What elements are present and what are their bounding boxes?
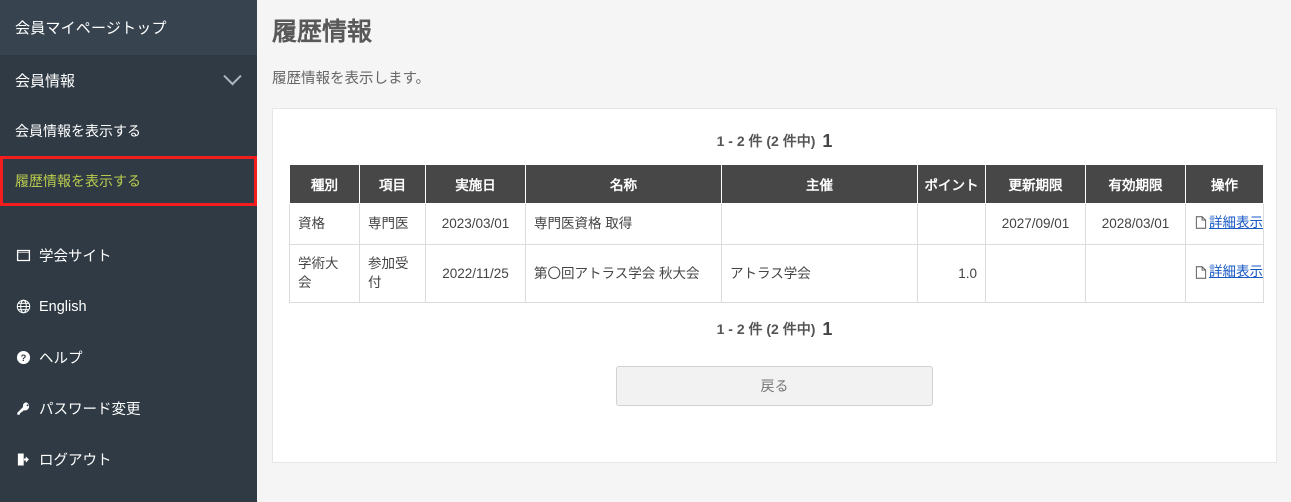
button-row: 戻る — [289, 340, 1260, 406]
sidebar-link-change-password[interactable]: パスワード変更 — [0, 383, 257, 434]
back-button[interactable]: 戻る — [616, 365, 933, 406]
sidebar-item-mypage-top[interactable]: 会員マイページトップ — [0, 0, 257, 54]
sidebar-link-society-site[interactable]: 学会サイト — [0, 230, 257, 281]
question-circle-icon: ? — [15, 349, 32, 366]
table-header-row: 種別 項目 実施日 名称 主催 ポイント 更新期限 有効期限 操作 — [289, 164, 1264, 204]
cell-name: 専門医資格 取得 — [525, 203, 722, 245]
sidebar-link-label: 学会サイト — [39, 249, 112, 265]
main-content: 履歴情報 履歴情報を表示します。 1 - 2 件 (2 件中) 1 種別 項目 実… — [257, 0, 1291, 502]
cell-item: 専門医 — [359, 203, 426, 245]
column-header-date: 実施日 — [425, 164, 526, 204]
pager-range: 1 - 2 件 (2 件中) — [716, 320, 816, 337]
cell-renewal-deadline: 2027/09/01 — [985, 203, 1086, 245]
sidebar-link-label: ログアウト — [39, 453, 112, 469]
history-table: 種別 項目 実施日 名称 主催 ポイント 更新期限 有効期限 操作 資格 専門医 — [289, 164, 1264, 303]
key-icon — [15, 400, 32, 417]
column-header-action: 操作 — [1185, 164, 1264, 204]
sidebar-group-label: 会員情報 — [15, 73, 76, 90]
pager-current-page[interactable]: 1 — [822, 319, 832, 339]
pager-top: 1 - 2 件 (2 件中) 1 — [289, 109, 1260, 164]
svg-text:?: ? — [21, 353, 27, 363]
cell-valid-until — [1085, 243, 1186, 303]
column-header-item: 項目 — [359, 164, 426, 204]
cell-points — [917, 203, 986, 245]
cell-date: 2022/11/25 — [425, 243, 526, 303]
cell-name: 第〇回アトラス学会 秋大会 — [525, 243, 722, 303]
pager-bottom: 1 - 2 件 (2 件中) 1 — [289, 303, 1260, 340]
sidebar-link-logout[interactable]: ログアウト — [0, 434, 257, 485]
detail-link-label: 詳細表示 — [1209, 264, 1263, 280]
sidebar-item-show-member-info[interactable]: 会員情報を表示する — [0, 106, 257, 156]
page-description: 履歴情報を表示します。 — [272, 71, 431, 87]
sidebar-link-label: ヘルプ — [39, 351, 83, 367]
detail-link[interactable]: 詳細表示 — [1194, 213, 1263, 233]
column-header-type: 種別 — [289, 164, 360, 204]
sidebar: 会員マイページトップ 会員情報 会員情報を表示する 履歴情報を表示する 学会サイ… — [0, 0, 257, 502]
column-header-name: 名称 — [525, 164, 722, 204]
table-row: 資格 専門医 2023/03/01 専門医資格 取得 2027/09/01 20… — [289, 203, 1264, 245]
column-header-organizer: 主催 — [721, 164, 918, 204]
pager-range: 1 - 2 件 (2 件中) — [716, 133, 816, 149]
logout-icon — [15, 451, 32, 468]
cell-organizer — [721, 203, 918, 245]
cell-renewal-deadline — [985, 243, 1086, 303]
history-card: 1 - 2 件 (2 件中) 1 種別 項目 実施日 名称 主催 ポイント 更新期… — [272, 108, 1277, 463]
sidebar-link-label: パスワード変更 — [39, 402, 141, 418]
column-header-valid-until: 有効期限 — [1085, 164, 1186, 204]
cell-organizer: アトラス学会 — [721, 243, 918, 303]
sidebar-item-show-history-info[interactable]: 履歴情報を表示する — [0, 156, 257, 206]
cell-date: 2023/03/01 — [425, 203, 526, 245]
cell-valid-until: 2028/03/01 — [1085, 203, 1186, 245]
detail-link-label: 詳細表示 — [1209, 215, 1263, 230]
sidebar-item-label: 会員情報を表示する — [15, 123, 141, 139]
globe-icon — [15, 298, 32, 315]
chevron-down-icon — [223, 67, 242, 86]
column-header-renewal-deadline: 更新期限 — [985, 164, 1086, 204]
cell-points: 1.0 — [917, 243, 986, 303]
sidebar-item-label: 会員マイページトップ — [15, 19, 167, 37]
sidebar-link-help[interactable]: ? ヘルプ — [0, 332, 257, 383]
table-row: 学術大会 参加受付 2022/11/25 第〇回アトラス学会 秋大会 アトラス学… — [289, 243, 1264, 303]
sidebar-link-label: English — [39, 298, 87, 315]
sidebar-item-label: 履歴情報を表示する — [15, 173, 141, 189]
window-icon — [15, 247, 32, 264]
cell-type: 学術大会 — [289, 243, 360, 303]
pager-current-page[interactable]: 1 — [822, 131, 832, 151]
document-icon — [1194, 214, 1207, 231]
cell-action: 詳細表示 — [1185, 203, 1264, 245]
detail-link[interactable]: 詳細表示 — [1194, 262, 1263, 282]
sidebar-link-english[interactable]: English — [0, 281, 257, 332]
sidebar-group-member-info[interactable]: 会員情報 — [0, 54, 257, 106]
page-title: 履歴情報 — [272, 18, 373, 46]
cell-action: 詳細表示 — [1185, 243, 1264, 303]
app-root: 会員マイページトップ 会員情報 会員情報を表示する 履歴情報を表示する 学会サイ… — [0, 0, 1291, 502]
cell-type: 資格 — [289, 203, 360, 245]
cell-item: 参加受付 — [359, 243, 426, 303]
document-icon — [1194, 264, 1207, 281]
column-header-points: ポイント — [917, 164, 986, 204]
